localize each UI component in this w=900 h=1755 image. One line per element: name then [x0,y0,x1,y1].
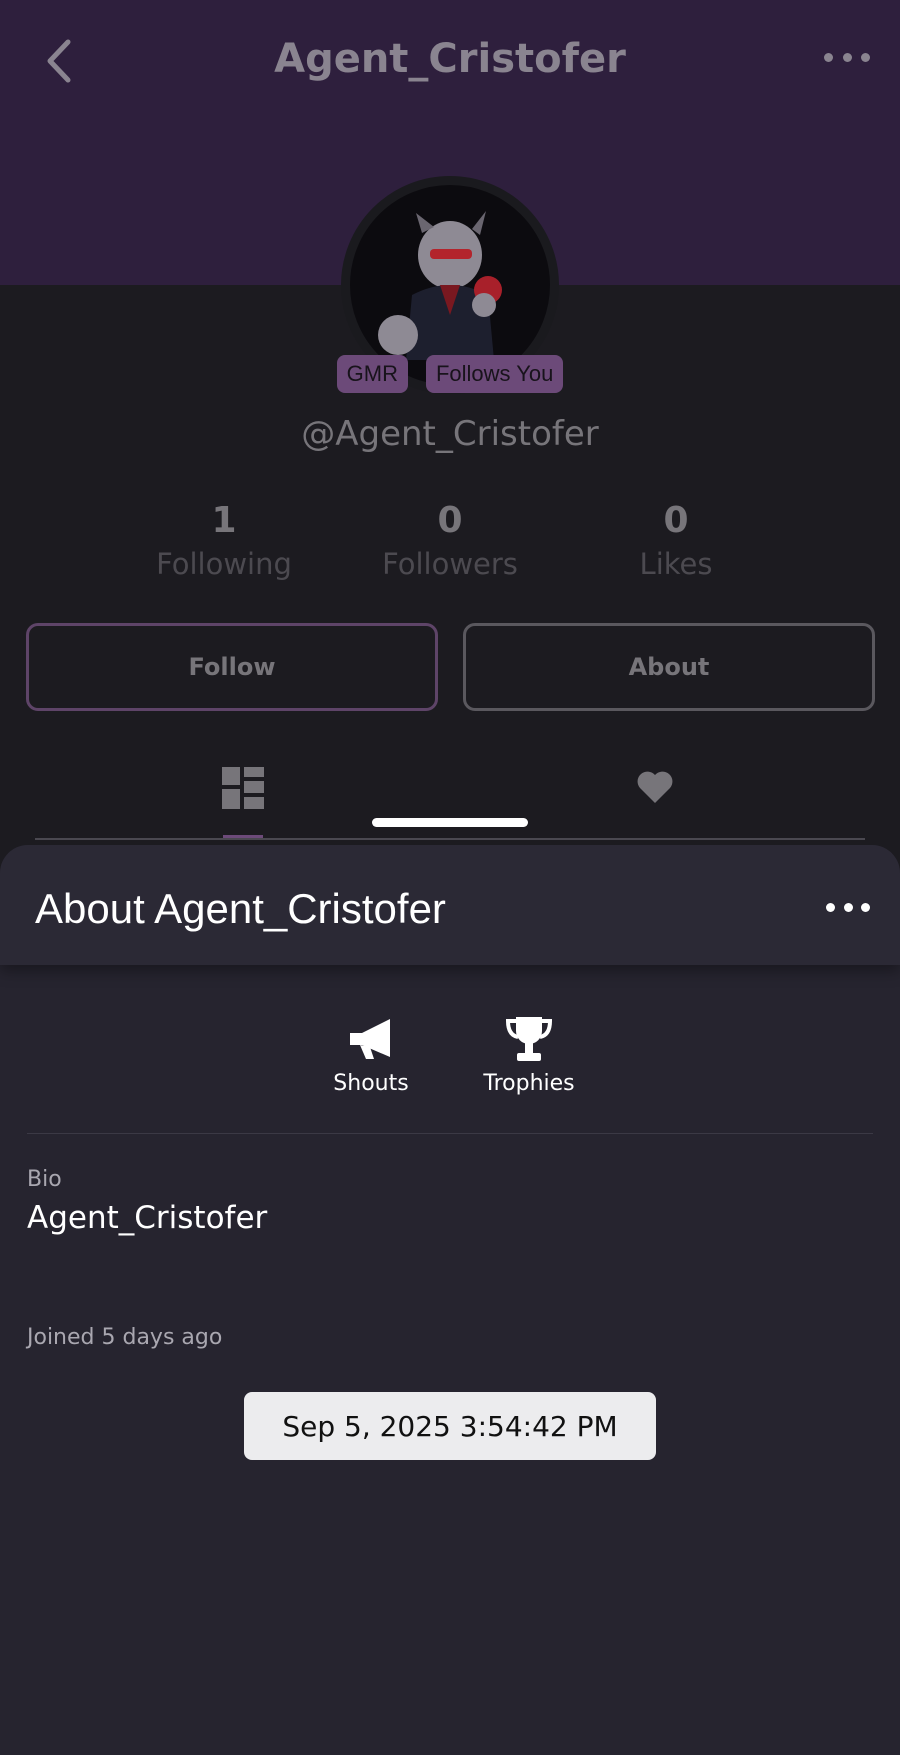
stat-value: 0 [437,500,463,541]
stat-followers[interactable]: 0 Followers [350,500,550,581]
shouts-button[interactable]: Shouts [321,1015,421,1096]
profile-handle: @Agent_Cristofer [301,414,599,454]
stat-likes[interactable]: 0 Likes [576,500,776,581]
trophy-icon [505,1017,553,1061]
megaphone-icon [350,1019,390,1059]
grid-layout-icon[interactable] [222,767,264,809]
stat-label: Followers [382,547,518,581]
bio-text: Agent_Cristofer [27,1200,268,1236]
follow-button[interactable]: Follow [26,623,438,711]
page-title: Agent_Cristofer [274,36,626,82]
badge-gmr: GMR [336,355,408,393]
about-button[interactable]: About [463,623,875,711]
trophies-label: Trophies [483,1071,575,1096]
joined-timestamp-tooltip: Sep 5, 2025 3:54:42 PM [244,1392,656,1460]
sheet-title: About Agent_Cristofer [35,885,446,932]
stat-value: 1 [211,500,237,541]
stat-following[interactable]: 1 Following [124,500,324,581]
sheet-drag-handle[interactable] [372,818,528,827]
badge-follows-you: Follows You [425,355,564,393]
stat-label: Following [156,547,292,581]
sheet-header: About Agent_Cristofer [0,845,900,965]
trophies-button[interactable]: Trophies [479,1015,579,1096]
joined-date[interactable]: Joined 5 days ago [27,1325,222,1350]
profile-tabs [35,755,865,840]
more-options-icon[interactable] [826,900,870,914]
more-options-icon[interactable] [824,50,870,64]
sheet-divider [27,1133,873,1134]
shouts-label: Shouts [333,1071,409,1096]
heart-icon[interactable] [636,769,674,805]
bio-label: Bio [27,1167,62,1192]
about-sheet: About Agent_Cristofer Shouts Trophies Bi… [0,845,900,1755]
tabs-divider [35,838,865,840]
profile-stats: 1 Following 0 Followers 0 Likes [124,500,776,581]
stat-label: Likes [639,547,713,581]
stat-value: 0 [663,500,689,541]
